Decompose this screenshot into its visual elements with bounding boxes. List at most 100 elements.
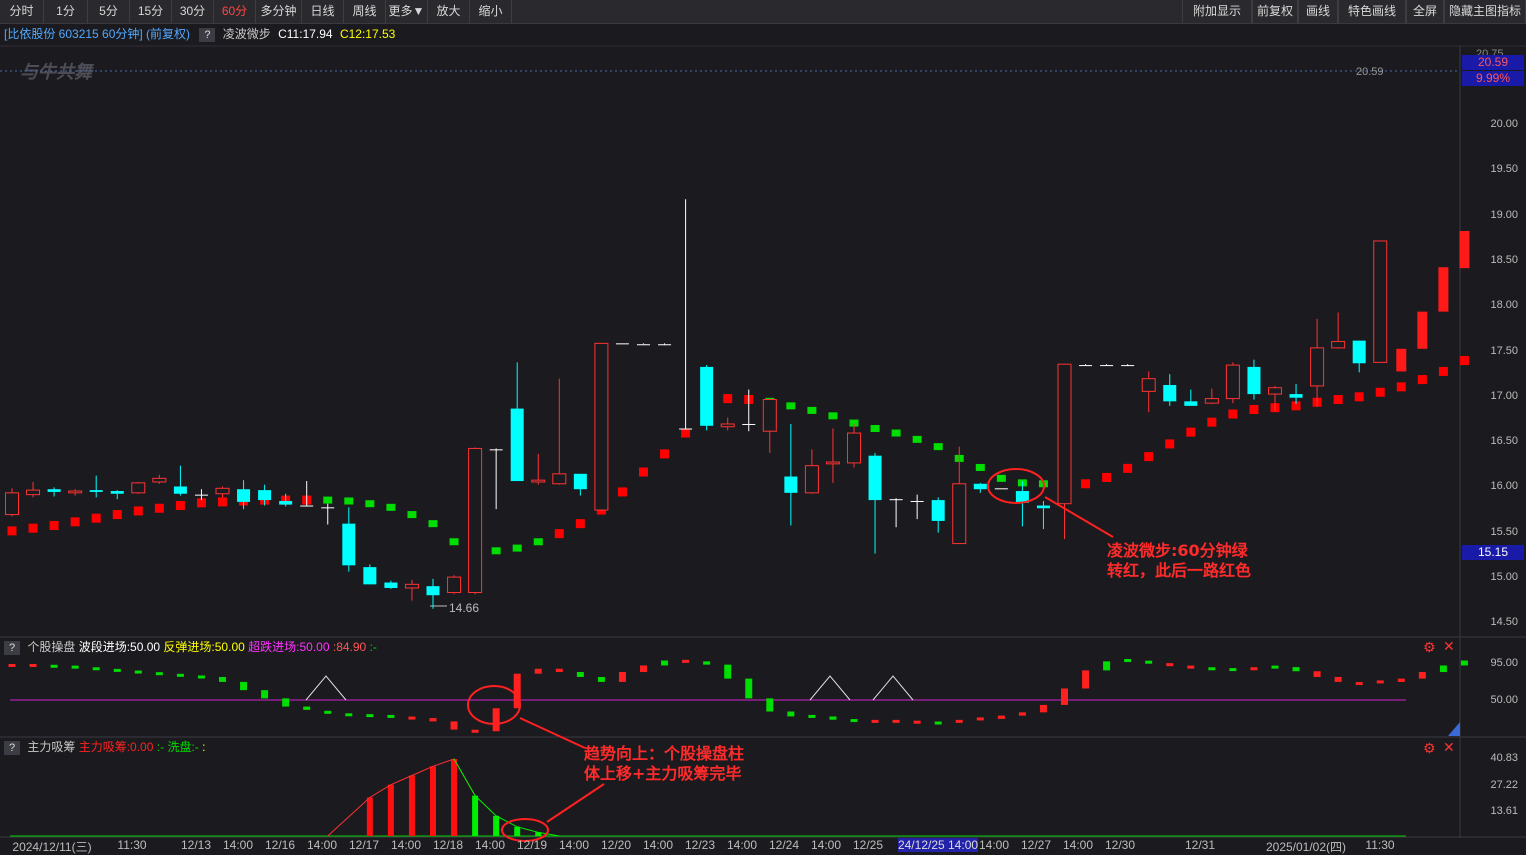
op-bar xyxy=(766,698,774,712)
candle-body xyxy=(700,366,714,426)
op-bar xyxy=(597,676,605,682)
candle-body xyxy=(1247,366,1261,395)
ma-dot xyxy=(491,547,501,555)
solid-bar xyxy=(1396,348,1407,372)
ma-dot xyxy=(681,428,691,438)
time-tick-1: 11:30 xyxy=(117,838,147,852)
candle-body xyxy=(615,343,629,345)
candle-body xyxy=(868,455,882,501)
ma-dot xyxy=(807,406,817,414)
price-tick-1: 19.50 xyxy=(1490,163,1518,176)
op-bar xyxy=(1313,671,1321,677)
annotation-trend-line2: 体上移+主力吸筹完毕 xyxy=(584,764,742,783)
ma-dot xyxy=(1228,409,1238,419)
op-bar xyxy=(134,670,142,674)
time-tick-10: 12/19 xyxy=(516,838,548,852)
xi-green-bar xyxy=(493,815,500,836)
time-tick-26: 11:30 xyxy=(1365,838,1395,852)
op-bar xyxy=(303,706,311,710)
candle-body xyxy=(342,523,356,566)
op-bar xyxy=(1018,712,1026,716)
candle-body xyxy=(321,507,335,509)
candle-body xyxy=(1163,385,1177,402)
help-icon[interactable]: ? xyxy=(4,741,20,755)
op-bar xyxy=(661,660,669,666)
candle-body xyxy=(994,488,1008,490)
op-bar xyxy=(640,665,647,673)
ma-dot xyxy=(828,412,838,420)
op-bar xyxy=(387,714,395,718)
panel-xi-title: ? 主力吸筹 主力吸筹:0.00 :- 洗盘:- : xyxy=(4,739,205,755)
time-tick-9: 14:00 xyxy=(474,838,506,852)
price-chart[interactable] xyxy=(0,0,1526,855)
op-bar xyxy=(1124,659,1132,663)
op-name[interactable]: 个股操盘 xyxy=(27,640,75,654)
op-bar xyxy=(71,665,79,669)
op-bar xyxy=(450,721,458,730)
ma-dot xyxy=(533,538,543,546)
op-bar xyxy=(892,719,900,723)
xi-bar xyxy=(430,766,436,836)
price-tick-7: 16.50 xyxy=(1490,435,1518,448)
ma-dot xyxy=(1123,463,1133,473)
annotation-trend: 趋势向上：个股操盘柱 体上移+主力吸筹完毕 xyxy=(584,744,744,784)
ma-dot xyxy=(49,520,59,530)
time-tick-12: 12/20 xyxy=(600,838,632,852)
candle-body xyxy=(5,492,19,516)
op-bar xyxy=(92,667,100,671)
candle-body xyxy=(300,505,314,507)
op-l4: :84.90 xyxy=(332,640,367,654)
time-tick-3: 14:00 xyxy=(222,838,254,852)
op-bar xyxy=(1334,676,1342,682)
ma-dot xyxy=(323,496,333,504)
ma-dot xyxy=(512,544,522,552)
op-l3: 超跌进场:50.00 xyxy=(248,640,330,654)
time-tick-2: 12/13 xyxy=(180,838,212,852)
candle-body xyxy=(1036,505,1050,509)
op-settings-icon[interactable]: ⚙ xyxy=(1423,639,1436,656)
op-bar xyxy=(1418,672,1426,679)
op-bar xyxy=(724,664,732,679)
op-bar xyxy=(787,711,795,717)
candle-body xyxy=(1310,347,1325,387)
ma-dot xyxy=(1165,439,1175,449)
op-close-icon[interactable]: ✕ xyxy=(1443,638,1455,655)
op-bar xyxy=(829,716,837,720)
op-bar xyxy=(934,721,942,725)
ma-dot xyxy=(1207,417,1217,427)
candle-body xyxy=(426,586,440,596)
op-bar xyxy=(29,663,37,667)
ma-dot xyxy=(91,513,101,523)
op-bar xyxy=(1039,704,1047,713)
candle-body xyxy=(889,499,903,501)
op-peak-marker xyxy=(809,675,851,701)
xi-settings-icon[interactable]: ⚙ xyxy=(1423,740,1436,757)
low-price-marker: 14.66 xyxy=(449,601,480,615)
candle-body xyxy=(279,500,293,505)
help-icon[interactable]: ? xyxy=(4,641,20,655)
candle-body xyxy=(720,423,735,428)
xi-name[interactable]: 主力吸筹 xyxy=(27,740,75,754)
limit-marker: 20.59 xyxy=(1356,66,1384,78)
op-bar xyxy=(261,690,269,699)
candle-body xyxy=(1100,365,1114,367)
candle-body xyxy=(910,500,924,502)
xi-tick-2: 27.22 xyxy=(1490,779,1518,791)
annotation-trend-line1: 趋势向上：个股操盘柱 xyxy=(584,744,745,763)
xi-l4: : xyxy=(202,740,206,754)
xi-bar xyxy=(387,784,394,836)
op-bar xyxy=(808,714,816,718)
annotation-leader-3 xyxy=(546,783,605,823)
op-bar xyxy=(113,668,121,672)
xi-close-icon[interactable]: ✕ xyxy=(1443,739,1455,756)
candle-body xyxy=(742,423,756,425)
op-bar xyxy=(1061,688,1068,705)
ma-dot xyxy=(365,500,375,508)
time-tick-15: 14:00 xyxy=(726,838,758,852)
candle-body xyxy=(825,461,840,465)
price-tick-9: 15.50 xyxy=(1490,525,1518,538)
candle-body xyxy=(1079,365,1093,367)
time-tick-17: 14:00 xyxy=(810,838,842,852)
op-bar xyxy=(471,729,479,733)
candle-body xyxy=(468,447,483,593)
